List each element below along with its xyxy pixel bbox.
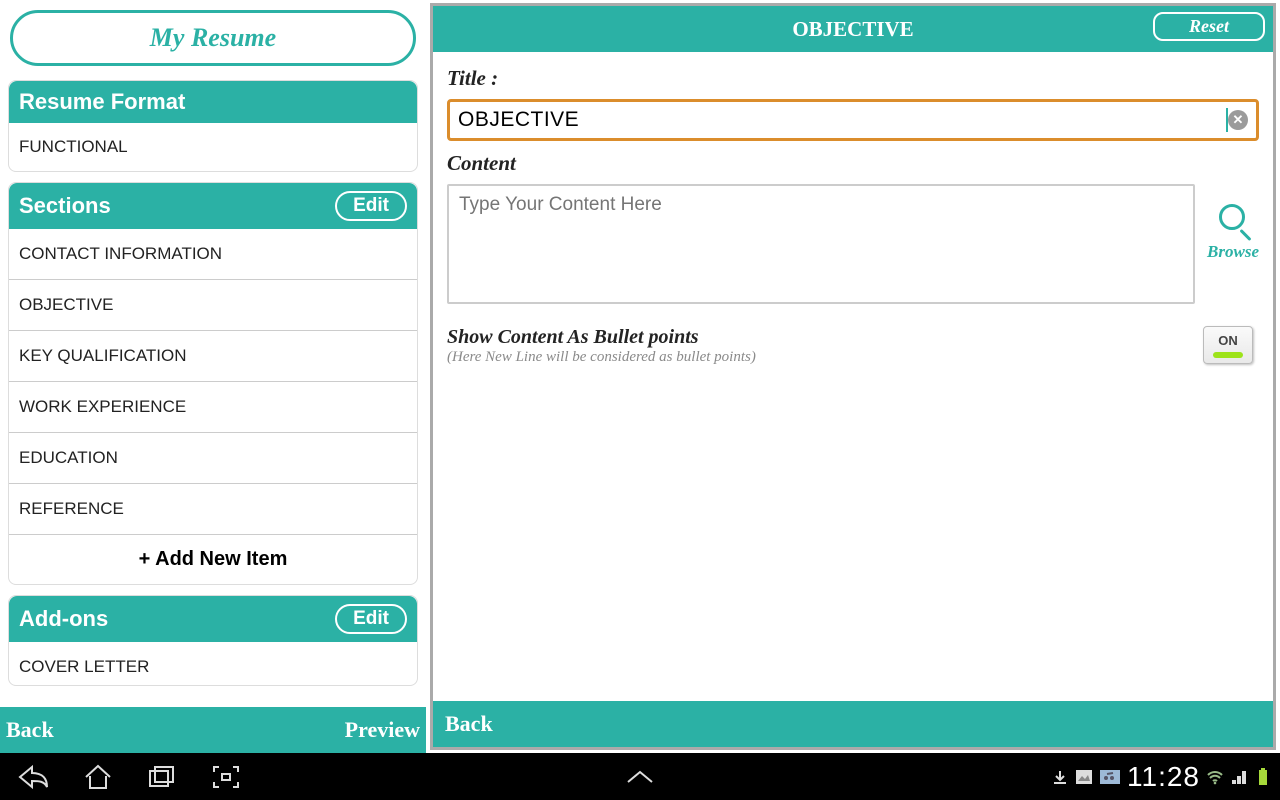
left-bottom-bar: Back Preview <box>0 707 426 753</box>
section-item-work-experience[interactable]: WORK EXPERIENCE <box>9 382 417 433</box>
media-icon <box>1099 768 1121 786</box>
download-icon <box>1051 768 1069 786</box>
system-navbar: 11:28 <box>0 753 1280 800</box>
add-new-section-button[interactable]: + Add New Item <box>9 535 417 584</box>
format-value-item[interactable]: FUNCTIONAL <box>9 123 417 171</box>
app-root: My Resume Resume Format FUNCTIONAL Secti… <box>0 0 1280 753</box>
bullet-toggle[interactable]: ON <box>1203 326 1253 364</box>
bullet-row: Show Content As Bullet points (Here New … <box>447 326 1259 366</box>
signal-icon <box>1230 768 1248 786</box>
left-back-button[interactable]: Back <box>6 717 54 743</box>
screenshot-icon[interactable] <box>206 761 246 793</box>
form-area: Title : ✕ Content Browse Sh <box>433 52 1273 376</box>
preview-button[interactable]: Preview <box>345 717 420 743</box>
app-title: My Resume <box>13 23 413 53</box>
title-input-wrap[interactable]: ✕ <box>447 99 1259 141</box>
bullet-sublabel: (Here New Line will be considered as bul… <box>447 349 756 366</box>
content-textarea[interactable] <box>447 184 1195 304</box>
battery-icon <box>1254 768 1272 786</box>
section-item-education[interactable]: EDUCATION <box>9 433 417 484</box>
toggle-state-label: ON <box>1218 333 1238 348</box>
left-scroll[interactable]: Resume Format FUNCTIONAL Sections Edit C… <box>0 76 426 707</box>
content-label: Content <box>447 151 1259 176</box>
title-input[interactable] <box>458 108 1226 132</box>
right-header: OBJECTIVE Reset <box>433 6 1273 52</box>
bullet-label: Show Content As Bullet points <box>447 326 756 349</box>
section-item-contact[interactable]: CONTACT INFORMATION <box>9 229 417 280</box>
right-panel: OBJECTIVE Reset Title : ✕ Content Browse <box>430 3 1276 750</box>
browse-button[interactable]: Browse <box>1207 204 1259 262</box>
reset-button[interactable]: Reset <box>1153 12 1265 41</box>
sections-card: Sections Edit CONTACT INFORMATION OBJECT… <box>8 182 418 585</box>
wifi-icon <box>1206 768 1224 786</box>
addons-edit-button[interactable]: Edit <box>335 604 407 634</box>
addon-item-cover-letter[interactable]: COVER LETTER <box>9 642 417 685</box>
content-row: Browse <box>447 184 1259 304</box>
status-clock: 11:28 <box>1127 761 1200 793</box>
resume-format-header: Resume Format <box>9 81 417 123</box>
recent-apps-icon[interactable] <box>142 761 182 793</box>
clear-title-icon[interactable]: ✕ <box>1228 110 1248 130</box>
home-icon[interactable] <box>78 761 118 793</box>
title-label: Title : <box>447 66 1259 91</box>
sections-edit-button[interactable]: Edit <box>335 191 407 221</box>
right-back-button[interactable]: Back <box>433 701 1273 747</box>
picture-icon <box>1075 768 1093 786</box>
right-header-title: OBJECTIVE <box>792 17 913 42</box>
section-item-key-qualification[interactable]: KEY QUALIFICATION <box>9 331 417 382</box>
resume-format-card: Resume Format FUNCTIONAL <box>8 80 418 172</box>
toggle-indicator <box>1213 352 1243 358</box>
sections-header: Sections Edit <box>9 183 417 229</box>
bullet-labels: Show Content As Bullet points (Here New … <box>447 326 756 366</box>
browse-label: Browse <box>1207 242 1259 262</box>
status-area: 11:28 <box>1051 761 1280 793</box>
nav-expand-icon[interactable] <box>622 768 658 786</box>
addons-card: Add-ons Edit COVER LETTER <box>8 595 418 686</box>
search-icon <box>1215 204 1251 240</box>
app-title-pill: My Resume <box>10 10 416 66</box>
nav-left <box>0 761 246 793</box>
section-item-reference[interactable]: REFERENCE <box>9 484 417 535</box>
addons-header: Add-ons Edit <box>9 596 417 642</box>
left-panel: My Resume Resume Format FUNCTIONAL Secti… <box>0 0 426 753</box>
section-item-objective[interactable]: OBJECTIVE <box>9 280 417 331</box>
back-icon[interactable] <box>14 761 54 793</box>
